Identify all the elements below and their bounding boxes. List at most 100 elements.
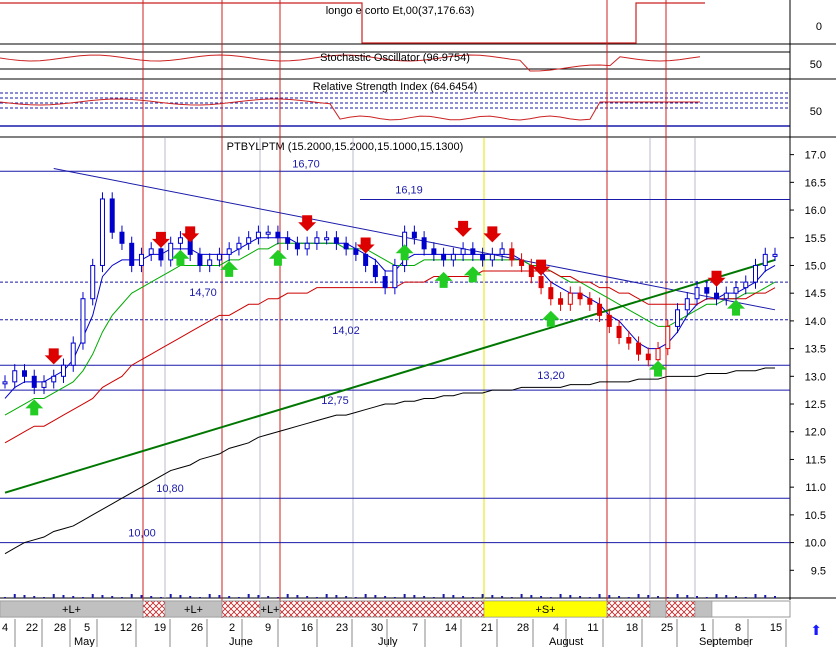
y-tick-label: 16.5 xyxy=(805,177,826,189)
candle-body xyxy=(226,248,232,255)
volume-bar xyxy=(735,596,738,598)
candle-body xyxy=(372,264,378,278)
candle-body xyxy=(597,303,603,316)
candle-body xyxy=(499,248,505,255)
volume-bar xyxy=(569,595,572,598)
level-label: 16,70 xyxy=(292,158,320,170)
volume-bar xyxy=(169,594,172,598)
candle-body xyxy=(665,325,671,350)
candle-body xyxy=(382,276,388,289)
volume-bar xyxy=(715,594,718,598)
x-tick-label: 26 xyxy=(191,622,203,634)
volume-bar xyxy=(579,596,582,598)
volume-bar xyxy=(520,594,523,598)
candle-body xyxy=(255,231,261,239)
volume-bar xyxy=(23,595,26,598)
x-tick-label: 16 xyxy=(301,622,313,634)
candle-body xyxy=(2,381,8,385)
top-axis-label: 0 xyxy=(816,21,822,33)
candle-body xyxy=(480,253,486,261)
y-tick-label: 15.0 xyxy=(805,260,826,272)
candle-body xyxy=(723,292,729,300)
volume-bar xyxy=(491,595,494,598)
scroll-up-icon[interactable]: ⬆ xyxy=(810,623,822,639)
sell-arrow-icon xyxy=(707,270,726,287)
x-tick-label: 19 xyxy=(154,622,166,634)
x-tick-label: 22 xyxy=(26,622,38,634)
candle-body xyxy=(353,248,359,255)
volume-bar xyxy=(384,596,387,598)
buy-arrow-icon xyxy=(649,360,668,377)
x-tick-label: 28 xyxy=(54,622,66,634)
candle-body xyxy=(548,287,554,300)
candle-body xyxy=(694,287,700,300)
sell-arrow-icon xyxy=(483,226,502,243)
volume-bar xyxy=(588,597,591,598)
candle-body xyxy=(138,253,144,266)
candle-body xyxy=(411,231,417,239)
candle-body xyxy=(626,337,632,344)
stoch-axis-label: 50 xyxy=(810,59,822,71)
volume-bar xyxy=(618,596,621,598)
volume-bar xyxy=(530,595,533,598)
rsi-title: Relative Strength Index (64.6454) xyxy=(313,81,478,93)
candle-body xyxy=(119,231,125,244)
volume-bar xyxy=(345,596,348,598)
sell-arrow-icon xyxy=(298,215,317,232)
volume-bar xyxy=(91,594,94,598)
volume-bar xyxy=(286,594,289,598)
ma-line xyxy=(4,242,776,416)
volume-bar xyxy=(4,597,6,598)
volume-bar xyxy=(481,594,484,598)
volume-bar xyxy=(403,594,406,598)
volume-bar xyxy=(62,595,65,598)
sell-arrow-icon xyxy=(454,220,473,237)
buy-arrow-icon xyxy=(395,244,414,261)
candle-body xyxy=(285,237,291,244)
volume-bar xyxy=(462,596,465,598)
main-chart-title: PTBYLPTM (15.2000,15.2000,15.1000,15.130… xyxy=(227,141,464,153)
x-tick-label: 28 xyxy=(517,622,529,634)
buy-arrow-icon xyxy=(434,271,453,288)
candle-body xyxy=(538,276,544,289)
volume-bar xyxy=(696,596,699,598)
ma-line xyxy=(4,367,775,555)
candle-body xyxy=(168,242,174,261)
volume-bar xyxy=(354,597,357,598)
volume-bar xyxy=(393,597,396,598)
buy-arrow-icon xyxy=(727,299,746,316)
candle-body xyxy=(431,248,437,255)
period-label: +L+ xyxy=(184,604,203,616)
candle-body xyxy=(207,259,213,266)
volume-bar xyxy=(276,597,279,598)
candle-body xyxy=(236,242,242,250)
candle-body xyxy=(489,253,495,261)
y-tick-label: 15.5 xyxy=(805,233,826,245)
volume-bar xyxy=(247,594,250,598)
candle-body xyxy=(216,253,222,261)
candle-body xyxy=(392,264,398,289)
candle-body xyxy=(421,237,427,250)
month-label: May xyxy=(74,636,95,647)
level-label: 10,80 xyxy=(156,483,184,495)
buy-arrow-icon xyxy=(463,266,482,283)
candle-body xyxy=(41,381,47,388)
x-tick-label: 1 xyxy=(700,622,706,634)
volume-bar xyxy=(627,597,630,598)
candle-body xyxy=(70,342,76,366)
candle-body xyxy=(441,253,447,261)
volume-bar xyxy=(647,595,650,598)
candle-body xyxy=(470,248,476,255)
candle-body xyxy=(12,370,18,383)
volume-bar xyxy=(637,594,640,598)
volume-bar xyxy=(296,595,299,598)
volume-bar xyxy=(754,594,757,598)
candle-body xyxy=(246,237,252,244)
period-label: +L+ xyxy=(261,604,280,616)
month-label: June xyxy=(229,636,253,647)
period-segment xyxy=(694,600,713,618)
candle-body xyxy=(275,231,281,239)
candle-body xyxy=(606,314,612,327)
candle-body xyxy=(762,253,768,266)
x-tick-label: 23 xyxy=(336,622,348,634)
